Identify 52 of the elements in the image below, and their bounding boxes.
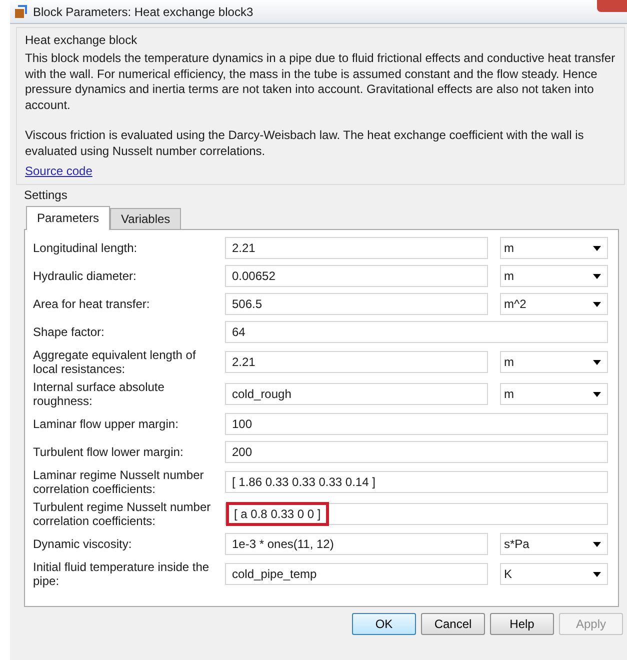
dropdown-arrow-icon [593, 246, 601, 250]
parameter-label: Area for heat transfer: [33, 297, 151, 311]
dropdown-arrow-icon [593, 572, 601, 576]
dropdown-arrow-icon [593, 360, 601, 364]
unit-dropdown[interactable]: m [500, 351, 608, 373]
unit-dropdown[interactable]: K [500, 563, 608, 585]
parameter-label: Dynamic viscosity: [33, 537, 133, 551]
value-field[interactable]: 0.00652 [225, 265, 488, 287]
description-text: Viscous friction is evaluated using the Darcy-Weisbach law. The heat exchange coefficient with the wall is evaluated using Nusselt number correlations. [25, 128, 585, 159]
description-text: This block models the temperature dynamics in a pipe due to fluid frictional effects and conductive heat transfer with the wall. For numerical efficiency, the mass in the tube is assumed constant and the flow steady. Hence pressure dynamics and inertia terms are not taken into account. Gravitational effects are also not taken into account. [25, 51, 616, 113]
unit-dropdown[interactable]: m [500, 383, 608, 405]
value-field[interactable]: 100 [225, 413, 608, 435]
highlighted-value: [ a 0.8 0.33 0 0 ] [229, 505, 326, 523]
section-heading: Heat exchange block [25, 33, 138, 47]
unit-dropdown[interactable]: m [500, 265, 608, 287]
unit-dropdown[interactable]: s*Pa [500, 533, 608, 555]
parameter-label: Internal surface absolute roughness: [33, 380, 166, 408]
value-field[interactable]: 64 [225, 321, 608, 343]
dialog-button[interactable]: Help [490, 613, 554, 635]
dropdown-arrow-icon [593, 392, 601, 396]
parameter-label: Hydraulic diameter: [33, 269, 138, 283]
value-field[interactable]: cold_pipe_temp [225, 563, 488, 585]
value-field[interactable]: [ 1.86 0.33 0.33 0.33 0.14 ] [225, 471, 608, 493]
dropdown-arrow-icon [593, 274, 601, 278]
parameter-label: Laminar flow upper margin: [33, 417, 180, 431]
parameter-label: Shape factor: [33, 325, 106, 339]
value-field[interactable]: 2.21 [225, 237, 488, 259]
dialog-button[interactable]: Cancel [421, 613, 485, 635]
value-field[interactable]: 1e-3 * ones(11, 12) [225, 533, 488, 555]
parameter-label: Initial fluid temperature inside the pipe: [33, 560, 210, 588]
tab[interactable]: Parameters [26, 206, 110, 230]
block-icon [14, 4, 28, 18]
parameter-label: Laminar regime Nusselt number correlation coefficients: [33, 468, 205, 496]
dropdown-arrow-icon [593, 542, 601, 546]
value-field[interactable]: cold_rough [225, 383, 488, 405]
parameter-label: Turbulent regime Nusselt number correlation coefficients: [33, 500, 212, 528]
window-title: Block Parameters: Heat exchange block3 [33, 4, 254, 18]
parameter-label: Turbulent flow lower margin: [33, 445, 184, 459]
unit-dropdown[interactable]: m [500, 237, 608, 259]
unit-dropdown[interactable]: m^2 [500, 293, 608, 315]
value-field[interactable]: 200 [225, 441, 608, 463]
dialog-button[interactable]: OK [352, 613, 416, 635]
dropdown-arrow-icon [593, 302, 601, 306]
tab[interactable]: Variables [110, 208, 182, 229]
close-button[interactable] [597, 0, 627, 12]
parameter-label: Longitudinal length: [33, 241, 138, 255]
value-field[interactable]: 506.5 [225, 293, 488, 315]
parameter-label: Aggregate equivalent length of local resistances: [33, 348, 197, 376]
source-code-link[interactable]: Source code [25, 164, 92, 178]
value-field[interactable]: 2.21 [225, 351, 488, 373]
value-field[interactable]: [ a 0.8 0.33 0 0 ] [225, 503, 608, 525]
section-heading: Settings [24, 188, 68, 202]
